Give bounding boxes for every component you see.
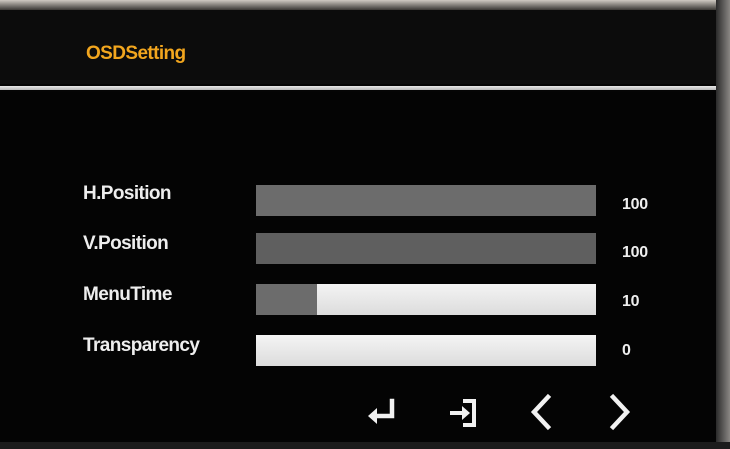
h-position-value: 100 (622, 196, 648, 213)
enter-icon (368, 398, 395, 424)
osd-title: OSDSetting (86, 43, 186, 64)
v-position-label: V.Position (83, 233, 169, 254)
v-position-slider[interactable] (256, 233, 596, 264)
right-button[interactable] (600, 392, 640, 432)
menu-time-slider[interactable] (256, 284, 596, 315)
v-position-value: 100 (622, 244, 648, 261)
transparency-slider[interactable] (256, 335, 596, 366)
osd-body (0, 92, 716, 442)
h-position-slider[interactable] (256, 185, 596, 216)
exit-icon (450, 399, 476, 427)
chevron-left-icon (530, 393, 552, 431)
menu-time-value: 10 (622, 293, 640, 310)
transparency-value: 0 (622, 342, 631, 359)
osd-header: OSDSetting (0, 10, 716, 84)
exit-button[interactable] (443, 392, 483, 432)
menu-time-slider-fill (317, 284, 596, 315)
menu-time-label: MenuTime (83, 284, 172, 305)
header-divider (0, 86, 716, 90)
left-button[interactable] (523, 392, 563, 432)
monitor-screen: OSDSetting H.Position 100 V.Position 100… (0, 0, 730, 449)
chevron-right-icon (609, 393, 631, 431)
monitor-bezel-bottom (0, 442, 730, 449)
monitor-bezel-top (0, 0, 730, 10)
transparency-slider-fill (256, 335, 596, 366)
h-position-label: H.Position (83, 183, 172, 204)
transparency-label: Transparency (83, 335, 200, 356)
enter-button[interactable] (362, 392, 402, 432)
monitor-bezel-right (716, 0, 730, 449)
